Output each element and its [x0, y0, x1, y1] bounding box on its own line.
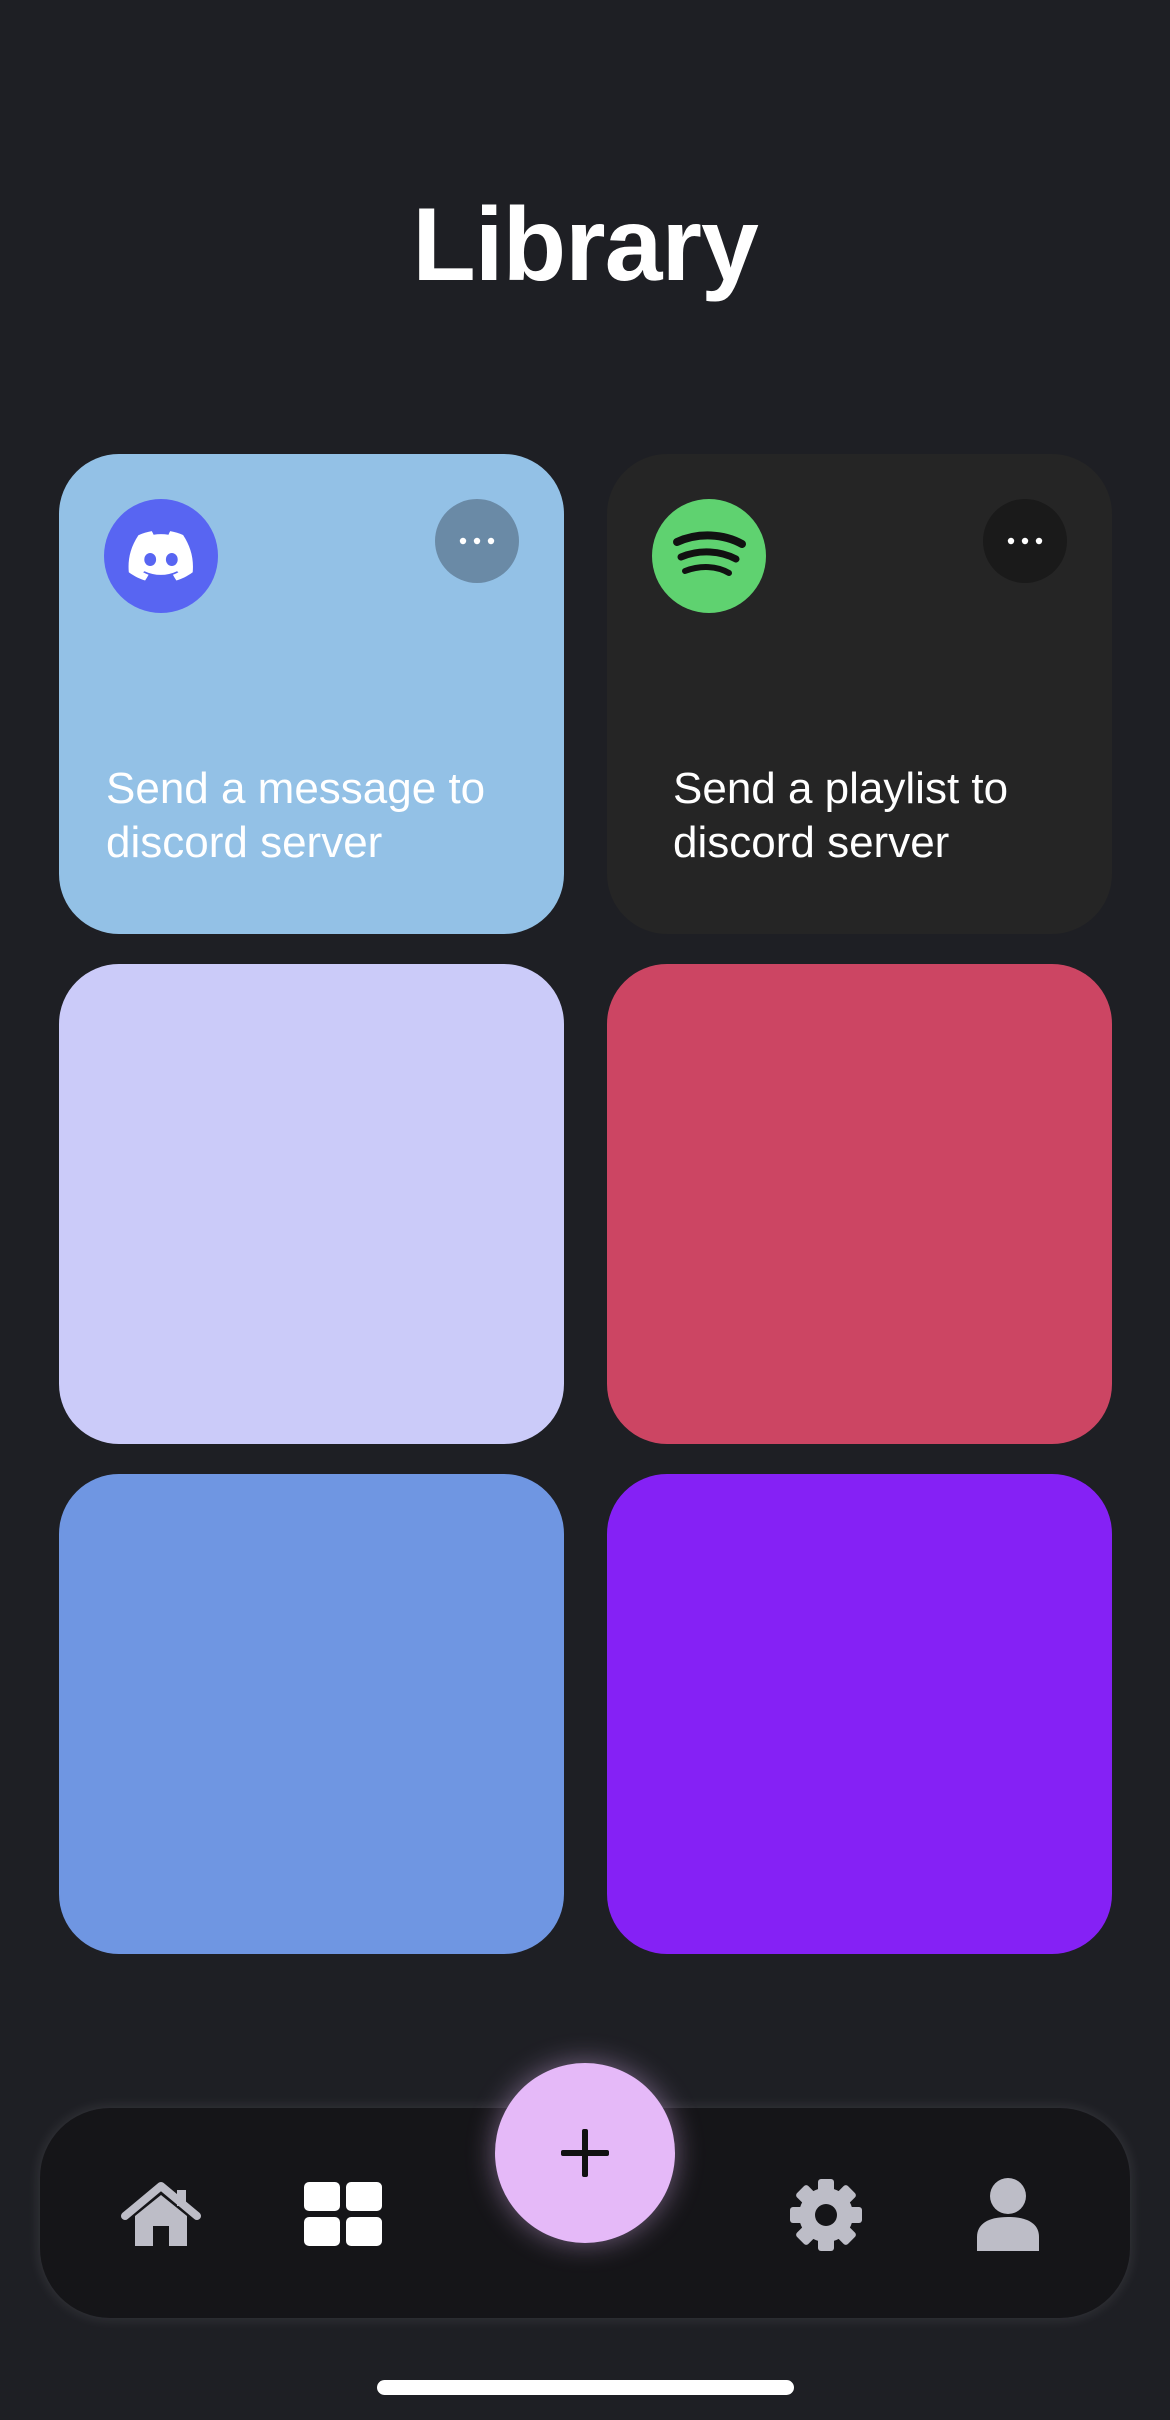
discord-card[interactable]: Send a message to discord server [59, 454, 564, 934]
home-icon[interactable] [116, 2170, 206, 2260]
blue-card[interactable] [59, 1474, 564, 1954]
crimson-card[interactable] [607, 964, 1112, 1444]
page-title: Library [412, 187, 759, 303]
more-options-button[interactable] [983, 499, 1067, 583]
add-button[interactable] [495, 2063, 675, 2243]
card-label: Send a message to discord server [106, 764, 486, 867]
grid-icon[interactable] [299, 2170, 389, 2260]
spotify-icon [652, 499, 766, 613]
more-dots-icon [1007, 537, 1043, 545]
home-indicator [377, 2380, 794, 2395]
settings-gear-icon[interactable] [781, 2170, 871, 2260]
more-options-button[interactable] [435, 499, 519, 583]
discord-icon [104, 499, 218, 613]
card-label: Send a playlist to discord server [673, 764, 1009, 867]
profile-icon[interactable] [963, 2170, 1053, 2260]
lavender-card[interactable] [59, 964, 564, 1444]
purple-card[interactable] [607, 1474, 1112, 1954]
spotify-card[interactable]: Send a playlist to discord server [607, 454, 1112, 934]
more-dots-icon [459, 537, 495, 545]
plus-icon [561, 2129, 609, 2177]
